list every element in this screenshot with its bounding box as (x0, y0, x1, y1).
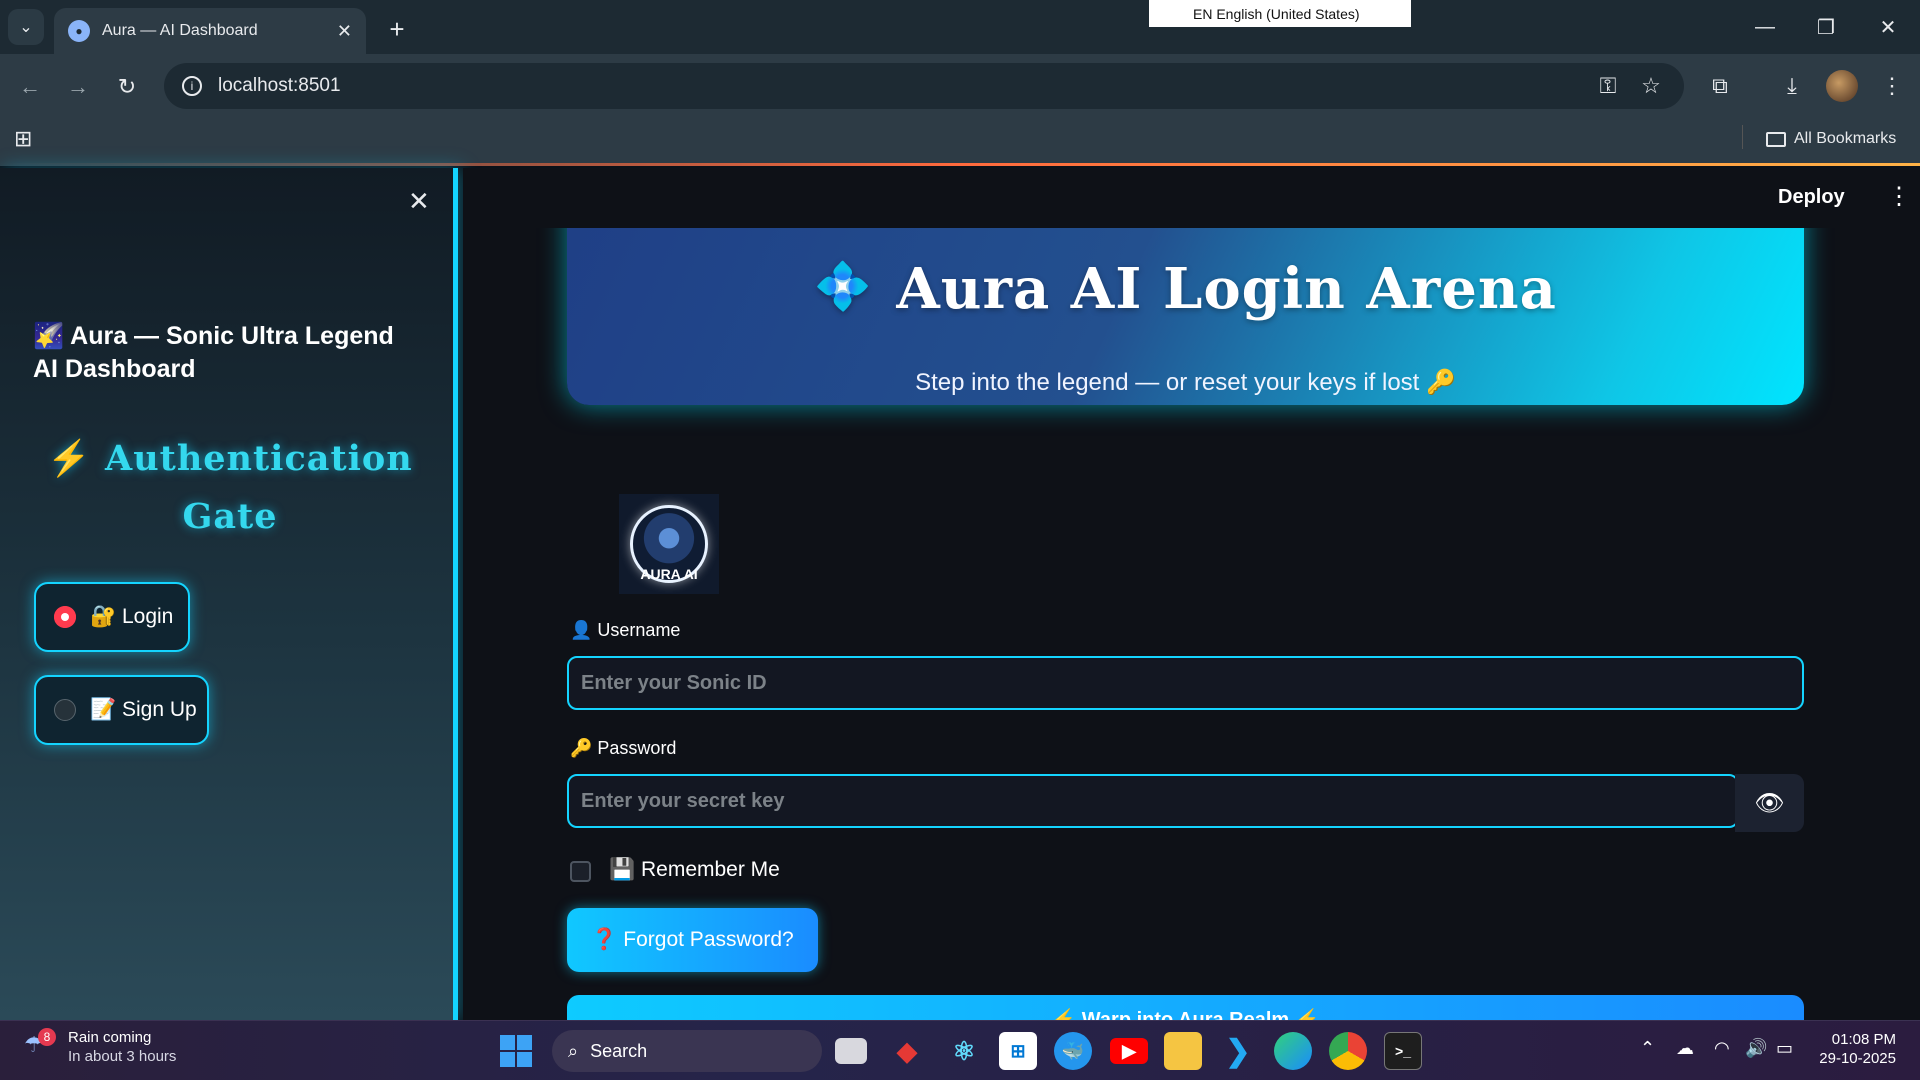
authentication-gate-heading: ⚡ Authentication Gate (47, 438, 413, 537)
back-icon[interactable]: ← (11, 68, 49, 106)
hero-title-text: Aura AI Login Arena (896, 256, 1557, 322)
sidebar: ✕ 🌠 Aura — Sonic Ultra Legend AI Dashboa… (0, 168, 458, 1020)
radio-unselected-icon (54, 699, 76, 721)
bookmark-star-icon[interactable]: ☆ (1633, 68, 1669, 104)
username-label: 👤 Username (570, 620, 681, 640)
show-password-eye-icon[interactable]: 👁 (1735, 774, 1804, 832)
url-text: localhost:8501 (218, 75, 341, 96)
tab-title: Aura — AI Dashboard (102, 22, 258, 39)
ime-language-indicator: EN English (United States) (1149, 0, 1411, 27)
browser-tab-active[interactable]: ● Aura — AI Dashboard ✕ (54, 8, 366, 54)
battery-icon[interactable]: ▭ (1776, 1038, 1793, 1059)
login-radio-label: 🔐 Login (90, 605, 174, 628)
clock-date: 29-10-2025 (1819, 1050, 1896, 1067)
wifi-icon[interactable]: ◠ (1714, 1038, 1730, 1059)
taskbar-search-label: Search (590, 1040, 648, 1061)
browser-menu-icon[interactable]: ⋮ (1874, 68, 1910, 104)
taskbar-search[interactable]: ⌕ Search (552, 1030, 822, 1072)
file-explorer-icon[interactable] (1164, 1032, 1202, 1070)
deploy-button[interactable]: Deploy (1778, 186, 1845, 209)
reload-icon[interactable]: ↻ (108, 68, 146, 106)
password-key-icon[interactable]: ⚿ (1590, 68, 1626, 104)
volume-icon[interactable]: 🔊 (1745, 1038, 1767, 1059)
restore-icon[interactable]: ❐ (1806, 10, 1846, 44)
bookmarks-divider (1742, 125, 1743, 149)
sidebar-title: 🌠 Aura — Sonic Ultra Legend AI Dashboard (33, 322, 394, 383)
all-bookmarks-button[interactable]: All Bookmarks (1766, 124, 1896, 154)
task-view-icon[interactable] (835, 1038, 867, 1064)
microsoft-store-icon[interactable]: ⊞ (999, 1032, 1037, 1070)
youtube-icon[interactable]: ▶ (1110, 1038, 1148, 1064)
profile-avatar[interactable] (1826, 70, 1858, 102)
weather-widget[interactable]: ☂ 8 Rain coming In about 3 hours (24, 1028, 176, 1066)
close-sidebar-icon[interactable]: ✕ (408, 186, 430, 217)
remember-me-label: 💾 Remember Me (609, 858, 780, 881)
signup-radio-label: 📝 Sign Up (90, 698, 197, 721)
extensions-icon[interactable]: ⧉ (1702, 68, 1738, 104)
address-bar[interactable]: i localhost:8501 (164, 63, 1684, 109)
site-info-icon[interactable]: i (182, 76, 202, 96)
password-input[interactable] (567, 774, 1739, 828)
forward-icon[interactable]: → (59, 68, 97, 106)
bookmarks-bar (0, 119, 1920, 166)
app-menu-icon[interactable]: ⋮ (1887, 182, 1911, 211)
new-tab-icon[interactable]: + (380, 12, 414, 46)
hero-subtitle: Step into the legend — or reset your key… (915, 369, 1456, 396)
aura-logo: AURA AI (619, 494, 719, 594)
system-clock[interactable]: 01:08 PM 29-10-2025 (1810, 1030, 1896, 1068)
vscode-icon[interactable]: ❯ (1219, 1032, 1257, 1070)
hero-title: 💠 Aura AI Login Arena (567, 256, 1804, 322)
folder-icon (1766, 131, 1786, 147)
app-header: Deploy ⋮ (463, 168, 1920, 228)
chrome-icon[interactable] (1329, 1032, 1367, 1070)
all-bookmarks-label: All Bookmarks (1794, 130, 1897, 147)
hero-banner: 💠 Aura AI Login Arena Step into the legen… (567, 198, 1804, 405)
docker-icon[interactable]: 🐳 (1054, 1032, 1092, 1070)
edge-icon[interactable] (1274, 1032, 1312, 1070)
windows-start-icon[interactable] (500, 1035, 532, 1067)
react-app-icon[interactable]: ⚛ (945, 1032, 983, 1070)
warp-login-button[interactable]: ⚡ Warp into Aura Realm ⚡ (567, 995, 1804, 1020)
streamlit-app: ✕ 🌠 Aura — Sonic Ultra Legend AI Dashboa… (0, 168, 1920, 1020)
diamond-icon: 💠 (814, 259, 873, 313)
rain-umbrella-icon: ☂ 8 (24, 1028, 56, 1062)
apps-grid-icon[interactable]: ⊞ (14, 126, 32, 152)
tray-overflow-icon[interactable]: ⌃ (1640, 1038, 1655, 1059)
minimize-icon[interactable]: — (1745, 10, 1785, 44)
password-label: 🔑 Password (570, 738, 677, 758)
forgot-password-button[interactable]: ❓ Forgot Password? (567, 908, 818, 972)
onedrive-cloud-icon[interactable]: ☁ (1676, 1038, 1694, 1059)
login-radio-option[interactable]: 🔐 Login (34, 582, 190, 652)
clock-time: 01:08 PM (1831, 1031, 1896, 1048)
terminal-icon[interactable]: >_ (1384, 1032, 1422, 1070)
weather-title: Rain coming (68, 1029, 152, 1046)
download-icon[interactable]: ⤓ (1774, 68, 1810, 104)
main-content: Deploy ⋮ 💠 Aura AI Login Arena Step into … (463, 168, 1920, 1020)
logo-text: AURA AI (640, 566, 698, 582)
chat-bubble-icon: ● (68, 20, 90, 42)
signup-radio-option[interactable]: 📝 Sign Up (34, 675, 209, 745)
search-icon: ⌕ (568, 1040, 579, 1061)
close-window-icon[interactable]: ✕ (1868, 10, 1908, 44)
close-tab-icon[interactable]: ✕ (337, 21, 352, 42)
tab-search-chevron-icon[interactable]: ⌄ (8, 9, 44, 45)
mcafee-icon[interactable]: ◆ (888, 1032, 926, 1070)
username-input[interactable] (567, 656, 1804, 710)
weather-subtitle: In about 3 hours (68, 1048, 177, 1065)
weather-badge: 8 (38, 1028, 56, 1046)
remember-me-checkbox[interactable] (570, 861, 591, 882)
radio-selected-icon (54, 606, 76, 628)
